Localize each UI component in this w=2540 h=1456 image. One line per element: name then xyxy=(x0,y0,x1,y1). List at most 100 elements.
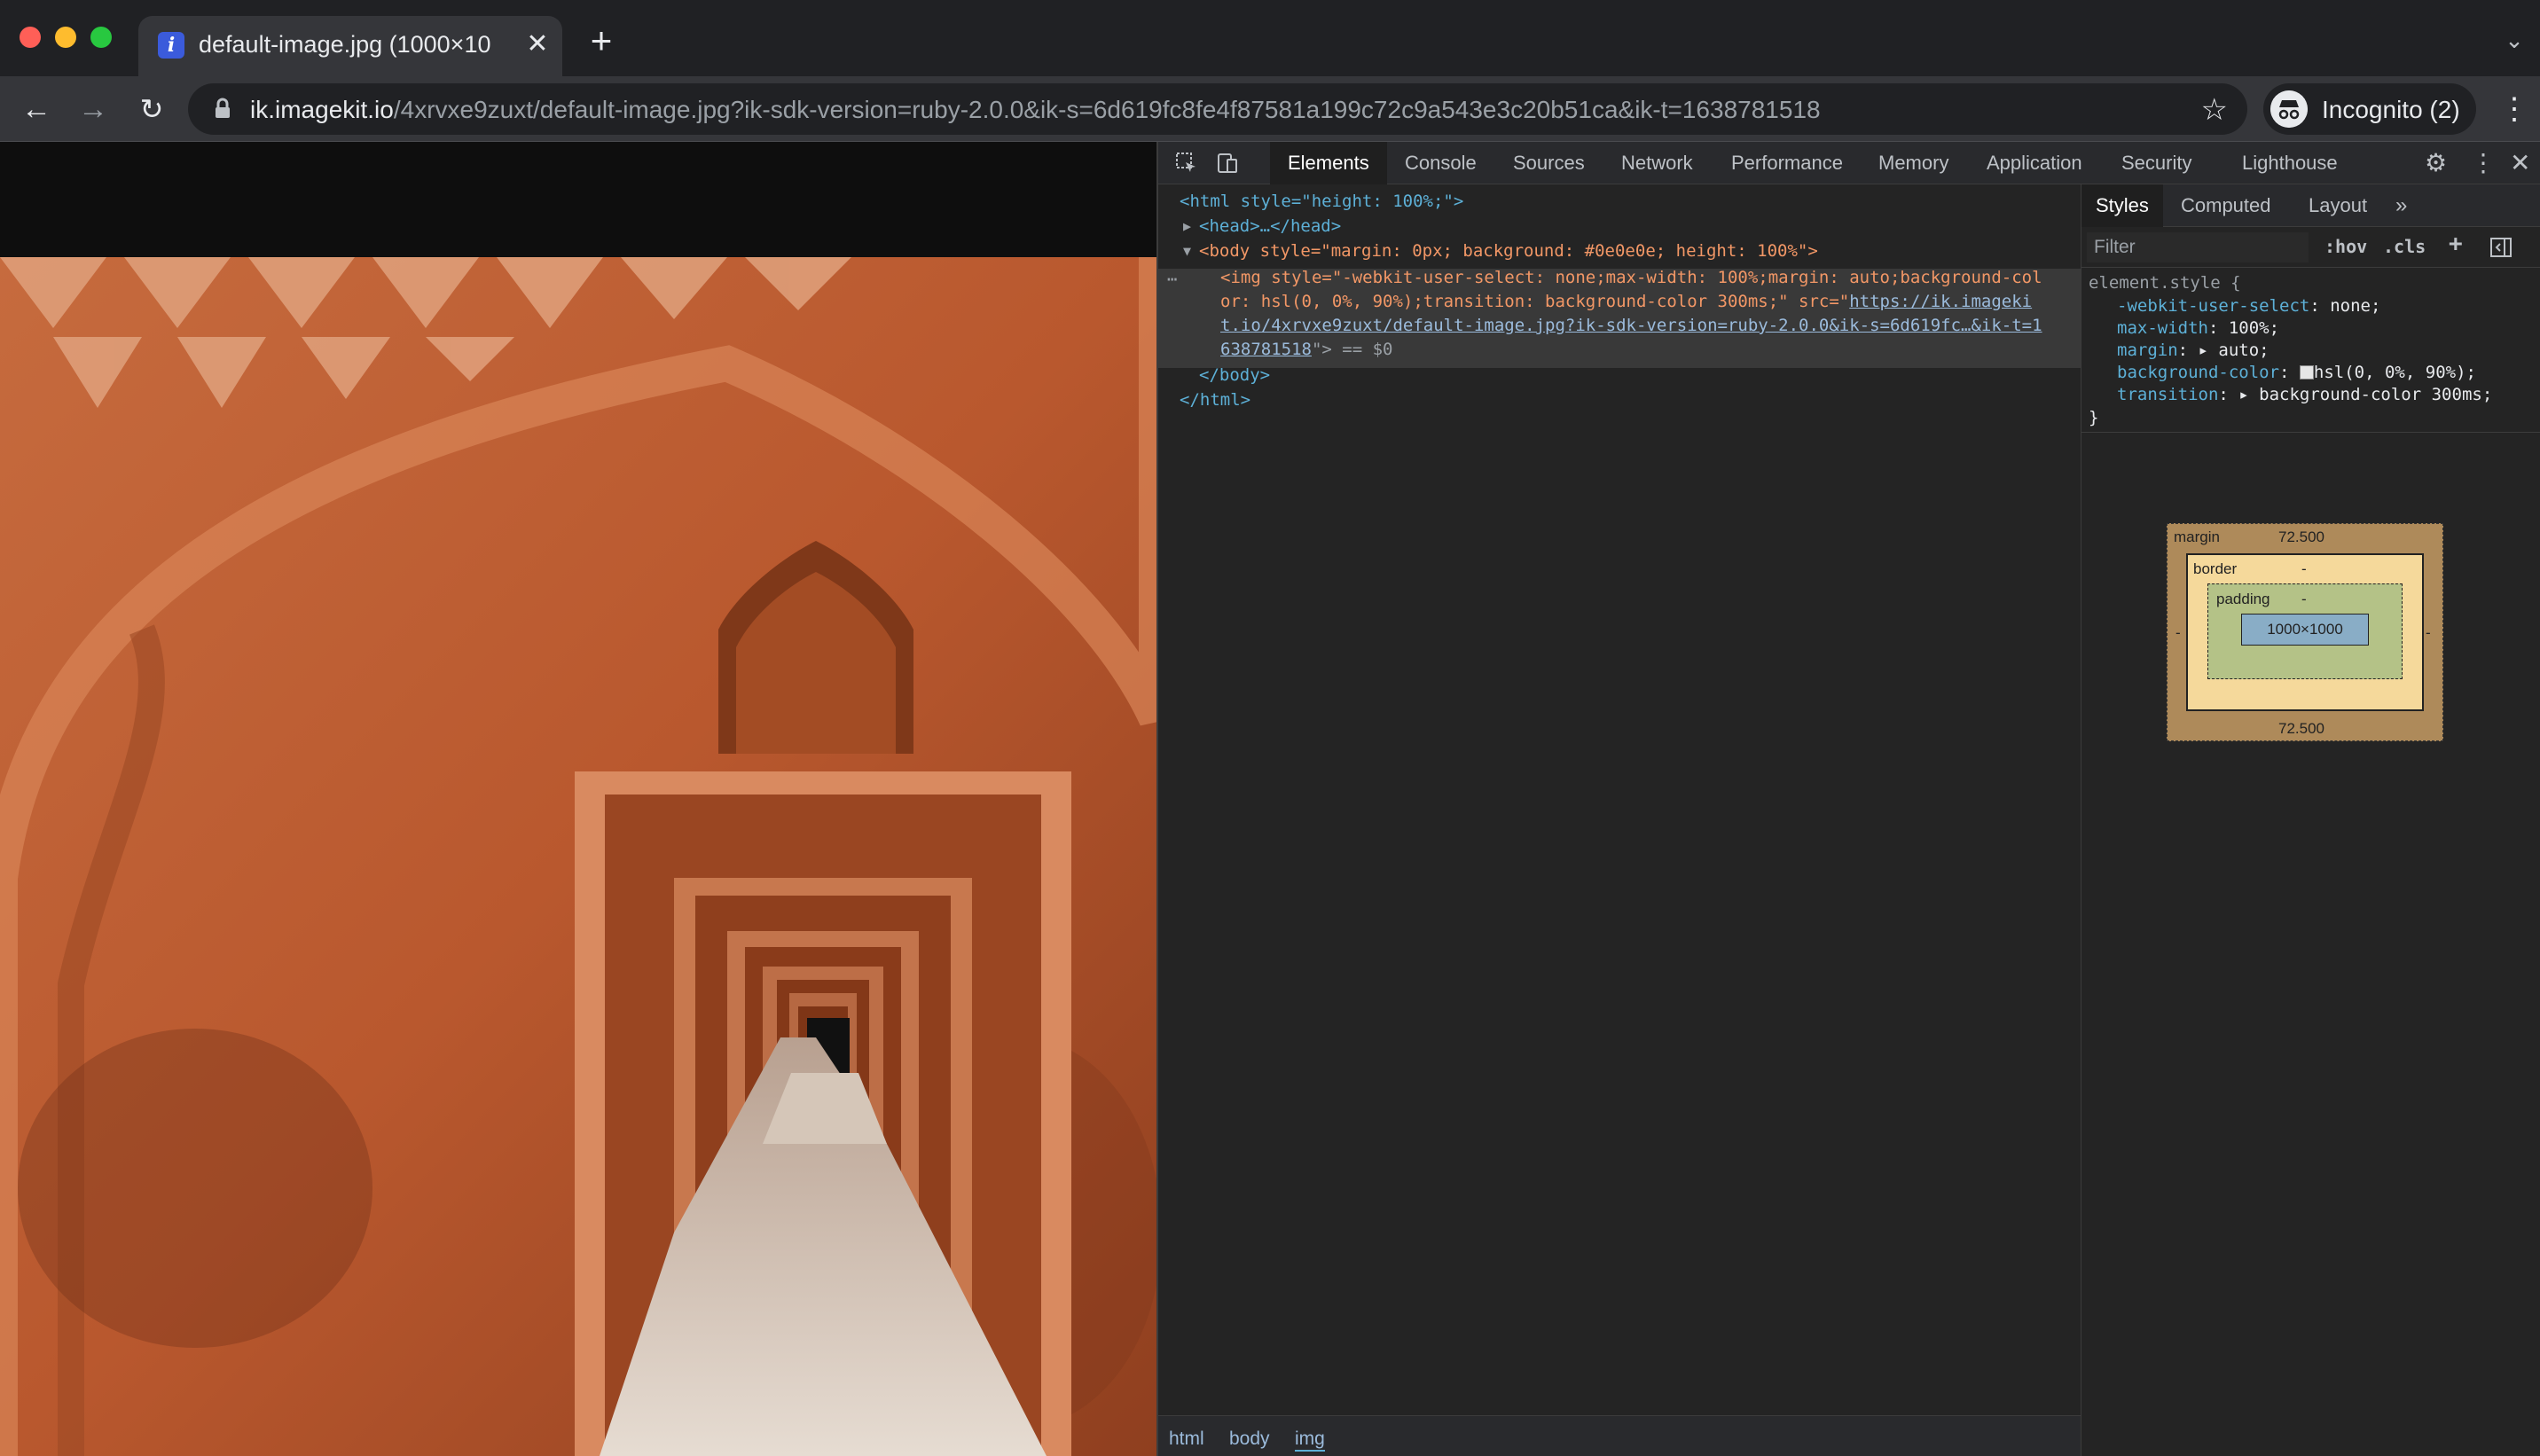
tab-lighthouse[interactable]: Lighthouse xyxy=(2242,142,2338,184)
styles-tab-bar: Styles Computed Layout » xyxy=(2081,184,2540,227)
inspect-element-icon[interactable] xyxy=(1174,151,1199,176)
styles-filter-input[interactable] xyxy=(2087,232,2309,262)
url-host: ik.imagekit.io xyxy=(250,96,394,123)
collapse-body-icon[interactable]: ▼ xyxy=(1183,239,1191,263)
close-window-button[interactable] xyxy=(20,27,41,48)
styles-pane: Styles Computed Layout » :hov .cls + ele… xyxy=(2081,184,2540,1456)
prop-name: margin xyxy=(2117,341,2178,360)
rule-close-brace: } xyxy=(2089,408,2099,427)
dom-img-tail: "> == $0 xyxy=(1311,340,1393,359)
tab-elements[interactable]: Elements xyxy=(1270,142,1387,184)
tab-styles[interactable]: Styles xyxy=(2081,184,2163,227)
breadcrumb-html[interactable]: html xyxy=(1169,1429,1204,1450)
prop-name: background-color xyxy=(2117,363,2280,382)
url-path: /4xrvxe9zuxt/default-image.jpg?ik-sdk-ve… xyxy=(393,96,1821,123)
rule-selector: element.style { xyxy=(2089,273,2241,293)
breadcrumb-img[interactable]: img xyxy=(1295,1429,1325,1452)
style-prop-margin[interactable]: margin: ▸ auto; xyxy=(2117,339,2270,363)
filter-row: :hov .cls + xyxy=(2081,227,2540,268)
back-button[interactable]: ← xyxy=(16,89,57,129)
tab-title: default-image.jpg (1000×1000) xyxy=(199,31,491,58)
margin-top-value[interactable]: 72.500 xyxy=(2278,528,2324,546)
node-ellipsis-icon[interactable]: ⋯ xyxy=(1167,268,1177,292)
browser-tab[interactable]: i default-image.jpg (1000×1000) ✕ xyxy=(138,16,562,76)
tab-computed[interactable]: Computed xyxy=(2181,184,2271,227)
prop-value: none; xyxy=(2330,296,2381,316)
browser-menu-icon[interactable]: ⋮ xyxy=(2499,90,2529,128)
address-bar[interactable]: ik.imagekit.io/4xrvxe9zuxt/default-image… xyxy=(188,83,2247,135)
new-tab-button[interactable]: + xyxy=(584,22,619,60)
hov-toggle[interactable]: :hov xyxy=(2324,236,2367,257)
lock-icon xyxy=(216,98,230,118)
tab-memory[interactable]: Memory xyxy=(1878,142,1948,184)
url-text: ik.imagekit.io/4xrvxe9zuxt/default-image… xyxy=(250,96,1821,124)
box-content[interactable]: 1000×1000 xyxy=(2241,614,2369,646)
dom-body-open[interactable]: <body style="margin: 0px; background: #0… xyxy=(1199,239,1818,263)
reload-button[interactable]: ↻ xyxy=(131,89,172,129)
tab-application[interactable]: Application xyxy=(1987,142,2082,184)
tab-search-chevron-icon[interactable]: ⌄ xyxy=(2499,27,2529,57)
incognito-icon xyxy=(2270,90,2308,128)
tab-close-icon[interactable]: ✕ xyxy=(521,28,553,60)
prop-value: hsl(0, 0%, 90%); xyxy=(2313,363,2476,382)
dom-img-line4[interactable]: 638781518"> == $0 xyxy=(1220,338,1392,362)
margin-bottom-value[interactable]: 72.500 xyxy=(2278,720,2324,738)
toggle-sidebar-icon[interactable] xyxy=(2489,236,2513,259)
border-value[interactable]: - xyxy=(2301,560,2307,578)
margin-right-value[interactable]: - xyxy=(2426,624,2431,642)
margin-left-value[interactable]: - xyxy=(2175,624,2181,642)
prop-name: max-width xyxy=(2117,318,2208,338)
border-label: border xyxy=(2193,560,2238,577)
tab-security[interactable]: Security xyxy=(2121,142,2191,184)
dom-img-line2[interactable]: or: hsl(0, 0%, 90%);transition: backgrou… xyxy=(1220,290,2032,314)
color-swatch[interactable] xyxy=(2299,365,2314,380)
style-prop-background-color[interactable]: background-color: hsl(0, 0%, 90%); xyxy=(2117,361,2476,385)
img-src-link-part2[interactable]: t.io/4xrvxe9zuxt/default-image.jpg?ik-sd… xyxy=(1220,314,2042,338)
tab-sources[interactable]: Sources xyxy=(1513,142,1585,184)
dom-html-close[interactable]: </html> xyxy=(1180,388,1250,412)
img-src-link-part3[interactable]: 638781518 xyxy=(1220,340,1312,359)
dom-head[interactable]: <head>…</head> xyxy=(1199,215,1341,239)
dom-img-style-tail: or: hsl(0, 0%, 90%);transition: backgrou… xyxy=(1220,292,1850,311)
expand-head-icon[interactable]: ▶ xyxy=(1183,215,1191,239)
dom-body-close[interactable]: </body> xyxy=(1199,364,1270,387)
close-devtools-icon[interactable]: ✕ xyxy=(2510,142,2530,184)
tab-layout[interactable]: Layout xyxy=(2309,184,2367,227)
prop-value: ▸ background-color 300ms; xyxy=(2238,385,2493,404)
padding-label: padding xyxy=(2216,591,2270,607)
more-tabs-chevron-icon[interactable]: » xyxy=(2395,184,2407,227)
dom-html-open[interactable]: <html style="height: 100%;"> xyxy=(1180,190,1463,214)
tab-console[interactable]: Console xyxy=(1405,142,1477,184)
prop-value: ▸ auto; xyxy=(2198,341,2270,360)
forward-button[interactable]: → xyxy=(73,89,114,129)
devtools-tab-bar: Elements Console Sources Network Perform… xyxy=(1158,142,2540,184)
minimize-window-button[interactable] xyxy=(55,27,76,48)
cls-toggle[interactable]: .cls xyxy=(2383,236,2426,257)
elements-tree: ⋯ <html style="height: 100%;"> ▶ <head>…… xyxy=(1158,184,2081,1415)
dom-img-line1[interactable]: <img style="-webkit-user-select: none;ma… xyxy=(1220,266,2042,290)
device-toolbar-icon[interactable] xyxy=(1215,151,1240,176)
padding-value[interactable]: - xyxy=(2301,591,2307,608)
devtools-menu-icon[interactable]: ⋮ xyxy=(2471,142,2496,184)
tab-favicon-icon: i xyxy=(158,32,184,59)
browser-toolbar: ← → ↻ ik.imagekit.io/4xrvxe9zuxt/default… xyxy=(0,76,2540,142)
img-src-link-part1[interactable]: https://ik.imageki xyxy=(1849,292,2032,311)
tab-performance[interactable]: Performance xyxy=(1731,142,1843,184)
maximize-window-button[interactable] xyxy=(90,27,112,48)
bookmark-star-icon[interactable]: ☆ xyxy=(2201,92,2228,128)
page-viewport xyxy=(0,142,1156,1456)
corridor-photo[interactable] xyxy=(0,257,1156,1456)
margin-label: margin xyxy=(2174,528,2220,545)
tab-network[interactable]: Network xyxy=(1621,142,1693,184)
style-prop-max-width[interactable]: max-width: 100%; xyxy=(2117,317,2279,341)
settings-gear-icon[interactable]: ⚙ xyxy=(2425,142,2447,184)
breadcrumb-body[interactable]: body xyxy=(1229,1429,1270,1450)
box-model-diagram: margin 72.500 72.500 - - border - paddin… xyxy=(2167,523,2443,741)
incognito-profile-button[interactable]: Incognito (2) xyxy=(2263,83,2476,135)
prop-name: -webkit-user-select xyxy=(2117,296,2310,316)
style-prop-transition[interactable]: transition: ▸ background-color 300ms; xyxy=(2117,383,2492,407)
devtools-panel: Elements Console Sources Network Perform… xyxy=(1156,142,2540,1456)
style-prop-user-select[interactable]: -webkit-user-select: none; xyxy=(2117,294,2380,318)
new-style-rule-icon[interactable]: + xyxy=(2449,231,2463,257)
prop-value: 100%; xyxy=(2228,318,2280,338)
